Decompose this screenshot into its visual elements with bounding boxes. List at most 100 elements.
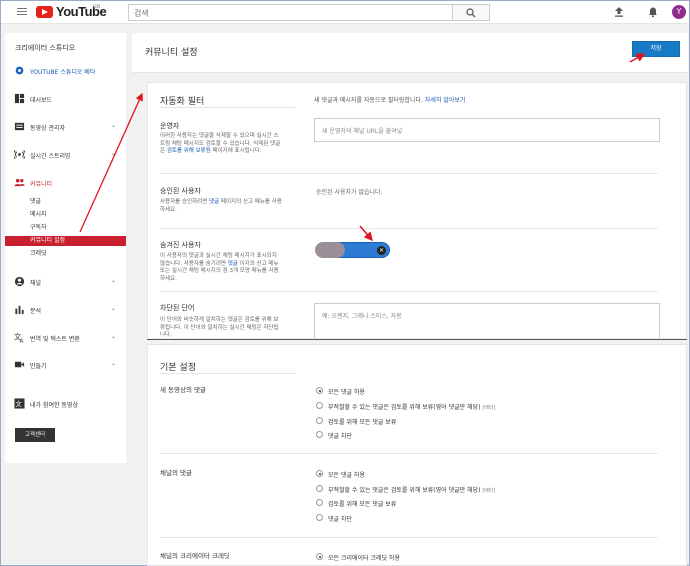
sidebar-item-label: 만들기 bbox=[30, 363, 47, 370]
beta-tag: [베타] bbox=[482, 488, 496, 494]
sidebar-item-label: YOUTUBE 스튜디오 베타 bbox=[30, 69, 96, 76]
sidebar-item-dashboard[interactable]: 대시보드 bbox=[5, 92, 126, 106]
account-avatar[interactable]: Y bbox=[672, 5, 686, 19]
sidebar-item-contributed[interactable]: 文 내가 참여한 동영상 bbox=[5, 397, 126, 411]
contributed-translate-icon: 文 bbox=[14, 398, 25, 409]
sidebar-item-video-manager[interactable]: 동영상 관리자 ⌄ bbox=[5, 120, 126, 134]
divider bbox=[160, 537, 658, 538]
radio-button[interactable] bbox=[316, 485, 323, 492]
chevron-down-icon[interactable]: ⌄ bbox=[111, 150, 116, 157]
moderator-url-input[interactable]: 새 운영자의 채널 URL을 붙여넣 bbox=[314, 118, 660, 142]
dashboard-icon bbox=[14, 93, 25, 104]
svg-text:文: 文 bbox=[15, 399, 22, 408]
new-video-comments-title: 새 동영상의 댓글 bbox=[160, 386, 206, 394]
page-header: 커뮤니티 설정 저장 bbox=[132, 33, 688, 73]
comments-link[interactable]: 댓글 bbox=[209, 199, 219, 205]
sidebar-item-create[interactable]: 만들기 ⌄ bbox=[5, 358, 126, 372]
video-manager-icon bbox=[14, 122, 25, 131]
sidebar-item-label: 내가 참여한 동영상 bbox=[30, 402, 78, 409]
learn-more-link[interactable]: 자세히 알아보기 bbox=[425, 97, 466, 104]
section-title: 자동화 필터 bbox=[160, 97, 205, 107]
youtube-logo-icon[interactable] bbox=[36, 6, 53, 18]
auto-filter-description: 새 댓글과 메시지를 자동으로 필터링합니다. 자세히 알아보기 bbox=[314, 95, 465, 104]
desc-text: 페이지에 표시됩니다. bbox=[212, 148, 262, 154]
radio-button[interactable] bbox=[316, 514, 323, 521]
radio-label: 부적절할 수 있는 댓글은 검토를 위해 보류(영어 댓글만 해당) [베타] bbox=[328, 485, 495, 494]
radio-button[interactable] bbox=[316, 387, 323, 394]
radio-button[interactable] bbox=[316, 402, 323, 409]
chevron-down-icon[interactable]: ⌄ bbox=[111, 122, 116, 129]
help-center-button[interactable]: 고객센터 bbox=[15, 428, 55, 442]
approved-users-value: 승인된 사용자가 없습니다. bbox=[316, 189, 383, 196]
sidebar-subitem-credits[interactable]: 크레딧 bbox=[5, 249, 126, 259]
divider bbox=[160, 373, 295, 374]
region-code: GB bbox=[93, 4, 101, 10]
channel-icon bbox=[14, 276, 25, 287]
radio-label: 검토를 위해 모든 댓글 보류 bbox=[328, 419, 397, 426]
sidebar-item-live[interactable]: 실시간 스트리밍 ⌄ bbox=[5, 148, 126, 162]
section-title: 기본 설정 bbox=[160, 363, 196, 373]
community-icon bbox=[14, 178, 25, 187]
search-input[interactable]: 검색 bbox=[128, 4, 453, 21]
radio-label-text: 부적절할 수 있는 댓글은 검토를 위해 보류(영어 댓글만 해당) bbox=[328, 487, 481, 494]
sidebar-item-channel[interactable]: 채널 ⌄ bbox=[5, 275, 126, 289]
page-title: 커뮤니티 설정 bbox=[145, 48, 198, 58]
sidebar-subitem-messages[interactable]: 메시지 bbox=[5, 210, 126, 220]
blocked-words-title: 차단된 단어 bbox=[160, 304, 195, 312]
notification-bell-icon[interactable] bbox=[647, 6, 659, 18]
sidebar-item-label: 번역 및 텍스트 변환 bbox=[30, 336, 80, 343]
sidebar-item-studio-beta[interactable]: YOUTUBE 스튜디오 베타 bbox=[5, 64, 126, 78]
sidebar-item-label: 실시간 스트리밍 bbox=[30, 153, 71, 160]
sidebar-subitem-comments[interactable]: 댓글 bbox=[5, 197, 126, 207]
channel-comments-title: 채널의 댓글 bbox=[160, 469, 192, 477]
radio-label: 부적절할 수 있는 댓글은 검토를 위해 보류(영어 댓글만 해당) [베타] bbox=[328, 402, 495, 411]
comments-link[interactable]: 댓글 bbox=[228, 261, 238, 267]
screenshot-cut-line bbox=[147, 339, 687, 340]
divider bbox=[160, 291, 658, 292]
search-button[interactable] bbox=[453, 4, 490, 21]
sidebar: 크리에이터 스튜디오 YOUTUBE 스튜디오 베타 대시보드 동영상 관리자 … bbox=[5, 33, 126, 463]
sidebar-item-label: 채널 bbox=[30, 280, 42, 287]
search-icon bbox=[466, 8, 476, 18]
blocked-words-description: 이 단어와 비슷하게 일치하는 댓글은 검토를 위해 보류됩니다. 이 단어와 … bbox=[160, 317, 279, 338]
radio-button[interactable] bbox=[316, 553, 323, 560]
upload-icon[interactable] bbox=[613, 6, 625, 18]
blocked-words-input[interactable]: 예: 오렌지, 그레니 스미스, 자몽 bbox=[314, 303, 660, 338]
beta-tag: [베타] bbox=[482, 405, 496, 411]
chevron-down-icon[interactable]: ⌄ bbox=[111, 277, 116, 284]
sidebar-subitem-subscribers[interactable]: 구독자 bbox=[5, 223, 126, 233]
sidebar-item-label: 커뮤니티 bbox=[30, 181, 53, 188]
remove-hidden-user-icon[interactable]: ✕ bbox=[377, 246, 386, 255]
sidebar-item-label: 동영상 관리자 bbox=[30, 125, 66, 132]
radio-button[interactable] bbox=[316, 431, 323, 438]
radio-button[interactable] bbox=[316, 470, 323, 477]
analytics-icon bbox=[15, 305, 24, 315]
save-button[interactable]: 저장 bbox=[632, 41, 680, 57]
radio-label: 댓글 차단 bbox=[328, 516, 352, 523]
description-text: 새 댓글과 메시지를 자동으로 필터링합니다. bbox=[314, 97, 423, 104]
hidden-user-chip: ✕ bbox=[315, 242, 390, 258]
radio-label-text: 부적절할 수 있는 댓글은 검토를 위해 보류(영어 댓글만 해당) bbox=[328, 404, 481, 411]
divider bbox=[160, 173, 658, 174]
sidebar-item-community[interactable]: 커뮤니티 bbox=[5, 176, 126, 190]
radio-label: 댓글 차단 bbox=[328, 433, 352, 440]
chevron-down-icon[interactable]: ⌄ bbox=[111, 333, 116, 340]
radio-button[interactable] bbox=[316, 417, 323, 424]
auto-filter-panel: 자동화 필터 새 댓글과 메시지를 자동으로 필터링합니다. 자세히 알아보기 … bbox=[147, 82, 687, 338]
hamburger-menu-icon[interactable] bbox=[17, 8, 27, 16]
chevron-down-icon[interactable]: ⌄ bbox=[111, 360, 116, 367]
sidebar-item-analytics[interactable]: 분석 ⌄ bbox=[5, 303, 126, 317]
moderators-title: 운영자 bbox=[160, 122, 180, 130]
top-bar: YouTube GB 검색 Y bbox=[1, 1, 689, 24]
desc-text: 사용자를 승인하려면 bbox=[160, 199, 208, 205]
approved-users-description: 사용자를 승인하려면 댓글 페이지의 신고 메뉴를 사용하세요. bbox=[160, 199, 283, 214]
default-settings-panel: 기본 설정 새 동영상의 댓글 모든 댓글 허용 부적절할 수 있는 댓글은 검… bbox=[147, 344, 687, 566]
live-stream-icon bbox=[14, 150, 25, 159]
radio-button[interactable] bbox=[316, 499, 323, 506]
sidebar-item-translation[interactable]: 文A 번역 및 텍스트 변환 ⌄ bbox=[5, 331, 126, 345]
chevron-down-icon[interactable]: ⌄ bbox=[111, 305, 116, 312]
divider bbox=[160, 228, 658, 229]
sidebar-subitem-community-settings[interactable]: 커뮤니티 설정 bbox=[5, 236, 126, 246]
radio-label: 검토를 위해 모든 댓글 보류 bbox=[328, 501, 397, 508]
held-for-review-link[interactable]: 검토를 위해 보류됨 bbox=[167, 148, 211, 154]
